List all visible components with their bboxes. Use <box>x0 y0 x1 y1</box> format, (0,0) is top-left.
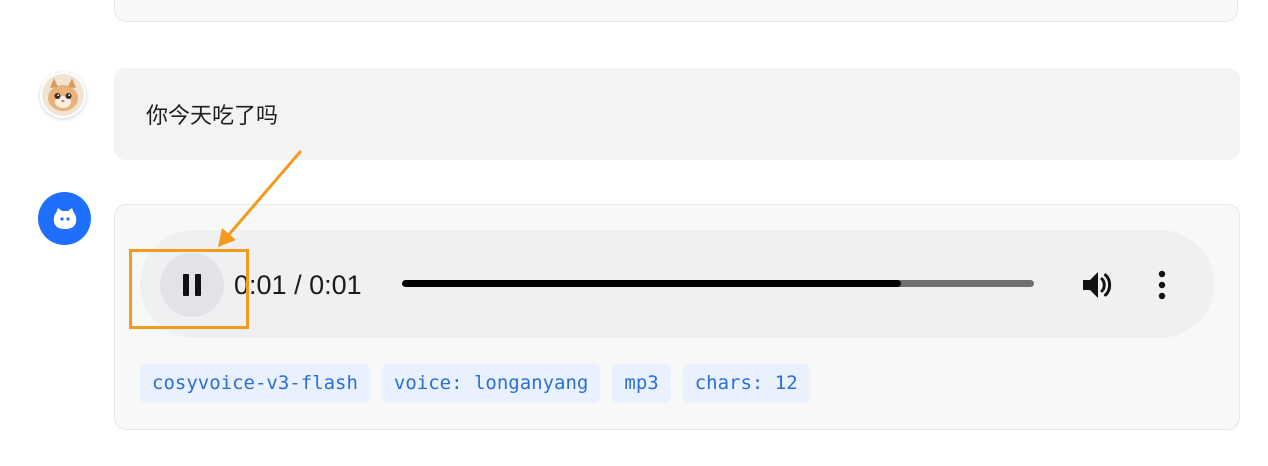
metadata-tags: cosyvoice-v3-flash voice: longanyang mp3… <box>140 364 810 403</box>
bot-avatar <box>38 192 91 245</box>
tag-model: cosyvoice-v3-flash <box>140 364 370 403</box>
time-display: 0:01 / 0:01 <box>234 266 362 304</box>
tag-chars: chars: 12 <box>682 364 810 403</box>
volume-button[interactable] <box>1080 268 1116 302</box>
tag-format: mp3 <box>612 364 671 403</box>
user-avatar <box>40 72 86 118</box>
volume-icon <box>1083 272 1112 298</box>
user-message-bubble: 你今天吃了吗 <box>114 68 1240 160</box>
user-message-text: 你今天吃了吗 <box>146 104 279 129</box>
annotation-highlight-box <box>129 249 249 329</box>
cat-avatar-icon <box>42 74 84 116</box>
bot-face-icon <box>53 207 76 229</box>
progress-fill <box>402 280 902 287</box>
time-separator: / <box>286 270 310 300</box>
more-vertical-icon <box>1158 270 1166 300</box>
progress-bar[interactable] <box>402 280 1034 287</box>
previous-message-card <box>114 0 1238 22</box>
duration: 0:01 <box>309 270 362 300</box>
more-options-button[interactable] <box>1150 268 1174 302</box>
tag-voice: voice: longanyang <box>381 364 601 403</box>
